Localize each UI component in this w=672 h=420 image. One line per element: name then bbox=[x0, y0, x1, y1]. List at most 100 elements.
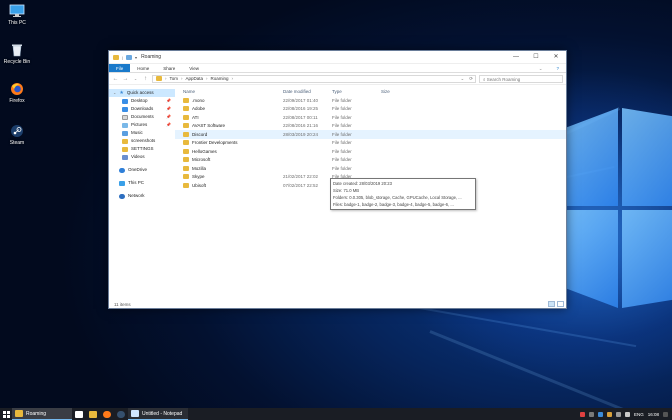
details-view-button[interactable] bbox=[548, 301, 555, 307]
clock[interactable]: 16:08 bbox=[648, 412, 659, 417]
file-type: File folder bbox=[332, 131, 352, 137]
file-row[interactable]: .mono 22/09/2017 01:40 File folder bbox=[175, 96, 566, 105]
nav-quick-access[interactable]: ⌄ ★ Quick access bbox=[109, 89, 175, 97]
nav-item-documents[interactable]: Documents 📌 bbox=[109, 113, 175, 121]
taskbar-app-roaming[interactable]: Roaming bbox=[12, 408, 72, 420]
expand-ribbon-icon[interactable]: ⌄ bbox=[532, 64, 550, 72]
nav-item-desktop[interactable]: Desktop 📌 bbox=[109, 97, 175, 105]
nav-item-videos[interactable]: Videos bbox=[109, 153, 175, 161]
address-bar[interactable]: › Tom › AppData › Roaming › ⌄ ⟳ bbox=[152, 74, 476, 83]
quick-access-toolbar: | ▾ bbox=[113, 54, 137, 60]
file-row[interactable]: ATI 22/08/2017 00:11 File folder bbox=[175, 113, 566, 122]
breadcrumb-item[interactable]: Roaming bbox=[211, 76, 229, 81]
column-header-date[interactable]: Date modified bbox=[283, 89, 332, 94]
file-type: File folder bbox=[332, 114, 352, 120]
file-name-cell: Adobe bbox=[175, 106, 283, 112]
star-icon: ★ bbox=[119, 90, 124, 96]
nav-label: Pictures bbox=[131, 122, 148, 127]
nav-item-music[interactable]: Music bbox=[109, 129, 175, 137]
file-row[interactable]: Discord 28/03/2019 20:24 File folder bbox=[175, 130, 566, 139]
column-header-name[interactable]: Name bbox=[175, 89, 283, 94]
language-indicator[interactable]: ENG bbox=[634, 412, 644, 417]
desktop-icon-recycle-bin[interactable]: Recycle Bin bbox=[2, 43, 32, 65]
expand-chevron-icon[interactable]: ⌄ bbox=[113, 89, 116, 97]
file-explorer-window[interactable]: | ▾ Roaming — ☐ ✕ File Home Share View ⌄… bbox=[108, 50, 567, 309]
tab-share[interactable]: Share bbox=[156, 64, 182, 72]
notifications-icon[interactable] bbox=[663, 411, 668, 417]
up-arrow-icon[interactable]: ↑ bbox=[142, 76, 149, 82]
start-button[interactable] bbox=[0, 408, 12, 420]
folder-icon bbox=[183, 123, 189, 129]
file-name: Ubisoft bbox=[192, 182, 207, 188]
properties-icon[interactable] bbox=[126, 54, 133, 60]
file-row[interactable]: Frontier Developments File folder bbox=[175, 139, 566, 148]
file-name-cell: .mono bbox=[175, 97, 283, 103]
windows-start-icon bbox=[2, 410, 10, 418]
file-row[interactable]: Mozilla File folder bbox=[175, 164, 566, 173]
taskbar-pinned-firefox[interactable] bbox=[100, 408, 114, 420]
address-dropdown-icon[interactable]: ⌄ bbox=[460, 76, 466, 82]
volume-icon[interactable] bbox=[624, 411, 630, 417]
file-row[interactable]: HelloGames File folder bbox=[175, 147, 566, 156]
tray-app-icon[interactable] bbox=[606, 411, 612, 417]
file-explorer-icon bbox=[15, 410, 23, 417]
taskbar-app-notepad[interactable]: Untitled - Notepad bbox=[128, 408, 188, 420]
title-bar[interactable]: | ▾ Roaming — ☐ ✕ bbox=[109, 51, 566, 64]
recent-locations-icon[interactable]: ⌄ bbox=[132, 76, 139, 81]
window-controls: — ☐ ✕ bbox=[506, 51, 566, 64]
nav-label: screenshots bbox=[131, 138, 156, 143]
tab-file[interactable]: File bbox=[109, 64, 131, 72]
desktop-icon-firefox[interactable]: Firefox bbox=[2, 82, 32, 104]
nav-item-screenshots[interactable]: screenshots bbox=[109, 137, 175, 145]
desktop-icon-steam[interactable]: Steam bbox=[2, 124, 32, 146]
nav-item-downloads[interactable]: Downloads 📌 bbox=[109, 105, 175, 113]
file-name-cell: Frontier Developments bbox=[175, 140, 283, 146]
back-arrow-icon[interactable]: ← bbox=[112, 76, 119, 82]
nav-label: SETTINGS bbox=[131, 146, 154, 151]
nav-label: Videos bbox=[131, 154, 145, 159]
forward-arrow-icon[interactable]: → bbox=[122, 76, 129, 82]
nav-item-pictures[interactable]: Pictures 📌 bbox=[109, 121, 175, 129]
taskbar-pinned-steam[interactable] bbox=[114, 408, 128, 420]
search-input[interactable]: ⌕ Search Roaming bbox=[479, 74, 563, 83]
file-name: Microsoft bbox=[192, 157, 211, 163]
network-tray-icon[interactable] bbox=[615, 411, 621, 417]
search-placeholder: Search Roaming bbox=[486, 76, 521, 82]
close-button[interactable]: ✕ bbox=[546, 51, 566, 64]
maximize-button[interactable]: ☐ bbox=[526, 51, 546, 64]
folder-icon bbox=[183, 157, 189, 163]
tab-view[interactable]: View bbox=[182, 64, 206, 72]
file-row[interactable]: AVAST Software 22/08/2016 21:16 File folde… bbox=[175, 122, 566, 131]
folder-icon bbox=[183, 140, 189, 146]
minimize-button[interactable]: — bbox=[506, 51, 526, 64]
help-icon[interactable]: ? bbox=[549, 64, 566, 72]
desktop-icon-this-pc[interactable]: This PC bbox=[2, 4, 32, 26]
column-header-size[interactable]: Size bbox=[381, 89, 421, 94]
file-type: File folder bbox=[332, 106, 352, 112]
nav-this-pc[interactable]: This PC bbox=[109, 179, 175, 187]
tab-home[interactable]: Home bbox=[130, 64, 156, 72]
tray-app-icon[interactable] bbox=[588, 411, 594, 417]
file-date: 22/08/2017 00:11 bbox=[283, 114, 318, 120]
navigation-pane: ⌄ ★ Quick access Desktop 📌 Downloads 📌 D… bbox=[109, 86, 175, 300]
tray-app-icon[interactable] bbox=[579, 411, 585, 417]
refresh-icon[interactable]: ⟳ bbox=[469, 76, 475, 82]
column-header-type[interactable]: Type bbox=[332, 89, 381, 94]
file-type: File folder bbox=[332, 165, 352, 171]
this-pc-icon bbox=[119, 180, 125, 186]
file-row[interactable]: Adobe 22/08/2016 19:25 File folder bbox=[175, 105, 566, 114]
nav-item-settings[interactable]: SETTINGS bbox=[109, 145, 175, 153]
file-name-cell: Ubisoft bbox=[175, 182, 283, 188]
taskbar-pinned-mail[interactable] bbox=[72, 408, 86, 420]
file-row[interactable]: Microsoft File folder bbox=[175, 156, 566, 165]
tray-app-icon[interactable] bbox=[597, 411, 603, 417]
nav-onedrive[interactable]: OneDrive bbox=[109, 166, 175, 174]
breadcrumb-item[interactable]: AppData bbox=[186, 76, 204, 81]
file-type: File folder bbox=[332, 140, 352, 146]
dropdown-arrow-icon[interactable]: ▾ bbox=[135, 55, 137, 60]
nav-network[interactable]: Network bbox=[109, 192, 175, 200]
file-rows: .mono 22/09/2017 01:40 File folder Adobe 22/… bbox=[175, 96, 566, 190]
breadcrumb-item[interactable]: Tom bbox=[170, 76, 179, 81]
taskbar-pinned-explorer[interactable] bbox=[86, 408, 100, 420]
large-icons-view-button[interactable] bbox=[557, 301, 564, 307]
